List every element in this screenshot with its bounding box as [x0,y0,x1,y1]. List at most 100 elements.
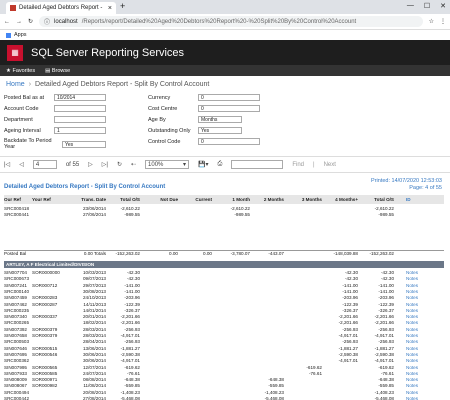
table-cell: SIN007459 [4,295,27,301]
refresh-icon[interactable]: ↻ [117,161,122,168]
table-row: SRC000673 09/07/2013 -42.30 -42.30 -42.30 Not… [4,276,444,282]
minimize-icon[interactable]: — [407,2,414,10]
forward-icon[interactable]: → [16,19,22,25]
param-ageing-interval: Ageing Interval 1 [4,127,106,134]
account-code-input[interactable] [54,105,106,112]
zoom-select[interactable]: 100% ▾ [145,160,190,169]
previous-page-icon[interactable]: ◁ [19,161,24,168]
favorites-link[interactable]: ★ Favorites [6,68,35,74]
table-cell: -1,881.27 [120,345,140,351]
breadcrumb-current: Detailed Aged Debtors Report - Split By … [35,80,210,88]
table-cell: SOR000585 [32,370,58,376]
backdate-select[interactable]: Yes [62,140,106,148]
browse-link[interactable]: ▤ Browse [45,68,70,74]
table-cell: Notes [406,276,419,282]
close-window-icon[interactable]: ✕ [440,2,446,10]
table-cell: -1,881.27 [374,345,394,351]
table-cell: SOR000379 [32,326,58,332]
url-path: /Reports/report/Detailed%20Aged%20Debtor… [81,18,357,25]
reload-icon[interactable]: ↻ [28,18,33,25]
table-cell: -42.30 [126,276,140,282]
table-row: SIN007995 SOR000565 12/07/2014 -619.62 -619.… [4,365,444,371]
table-row: SRC000441 27/06/2014 -989.55 -989.55 -989.55 [4,212,444,218]
group-header: ARTLEY, A F Electrical Limited/DIVISION [4,261,444,268]
table-row: SIN008009 SOR000971 08/08/2014 -648.38 -648.… [4,377,444,383]
table-row: SIN007241 SOR000712 29/07/2013 -141.00 -141.… [4,283,444,289]
table-cell: Posted Bal [4,251,27,256]
next-page-icon[interactable]: ▷ [88,161,93,168]
table-cell: -4,917.01 [120,358,140,364]
table-cell: 30/06/2014 [83,351,106,357]
control-code-input[interactable]: 0 [198,138,260,145]
last-page-icon[interactable]: ▷| [102,161,108,168]
first-page-icon[interactable]: |◁ [4,161,10,168]
find-input[interactable] [231,160,284,169]
table-cell: 09/07/2013 [83,276,106,282]
column-header: 3 Months [301,197,322,202]
table-cell: SRC000418 [4,206,30,211]
table-cell: -2,201.66 [374,320,394,326]
browser-tab[interactable]: Detailed Aged Debtors Report - × [6,2,116,14]
export-icon[interactable]: 💾▾ [198,161,208,168]
table-cell: 08/08/2014 [83,377,106,383]
table-cell: SRC000362 [4,358,30,364]
table-cell: -619.62 [378,364,394,370]
maximize-icon[interactable]: ☐ [424,2,430,10]
new-tab-button[interactable]: + [120,1,125,11]
department-input[interactable] [54,116,106,123]
bookmark-apps[interactable]: Apps [14,32,27,38]
currency-input[interactable]: 0 [198,94,260,101]
find-link[interactable]: Find [292,162,304,168]
column-header: Not Due [160,197,178,202]
table-row: SIN007462 SOR000287 14/11/2013 -122.39 -122.… [4,302,444,308]
info-icon[interactable]: ⓘ [44,17,50,26]
next-link[interactable]: Next [324,162,336,168]
table-cell: Notes [406,301,419,307]
page-number-input[interactable]: 4 [32,160,57,169]
breadcrumb-home[interactable]: Home [6,81,25,88]
table-cell: -2,610.22 [374,206,394,211]
age-by-select[interactable]: Months [198,116,242,123]
table-cell: Notes [406,358,419,364]
table-cell: SOR000712 [32,282,58,288]
address-bar-row: ← → ↻ ⓘ localhost/Reports/report/Detaile… [0,14,450,30]
back-to-parent-icon[interactable]: ⇠ [131,161,136,168]
table-cell: -1,408.23 [120,389,140,395]
table-cell: Notes [406,396,419,400]
print-icon[interactable]: ⎙ [218,161,223,168]
url-input[interactable]: ⓘ localhost/Reports/report/Detailed%20Ag… [39,16,423,27]
param-label: Department [4,116,33,123]
table-cell: -4,917.01 [120,333,140,338]
posted-bal-select[interactable]: 10/2014 [54,94,106,101]
outstanding-select[interactable]: Yes [198,127,242,134]
table-cell: -256.93 [124,326,140,332]
table-cell: SOR000565 [32,364,58,370]
table-cell: -141.00 [124,288,140,294]
table-cell: SOR000546 [32,351,58,357]
cost-centre-input[interactable]: 0 [198,105,260,112]
table-cell: -619.62 [124,364,140,370]
table-row: SRC000140 30/08/2013 -141.00 -141.00 -141.00… [4,289,444,295]
breadcrumb-separator-icon: › [28,80,32,88]
page-indicator: Page: 4 of 55 [409,185,442,191]
table-cell: -2,590.38 [120,351,140,357]
report-favicon-icon [10,5,16,11]
column-header: Our Ref [4,197,21,202]
table-row: SRC000503 28/04/2014 -256.93 -256.93 -256.93… [4,339,444,345]
table-cell: -648.38 [378,377,394,383]
table-cell: -619.62 [306,364,322,370]
table-cell: 13/06/2014 [83,345,106,351]
menu-icon[interactable]: ⋮ [440,18,446,25]
ageing-interval-input[interactable]: 1 [54,127,106,134]
table-cell: 30/08/2013 [83,288,106,294]
back-icon[interactable]: ← [4,19,10,25]
table-row: SIN008067 SOR000982 11/08/2014 -559.85 -559.… [4,383,444,389]
table-cell: -122.39 [378,301,394,307]
table-row: SIN007933 SOR000585 24/07/2014 -76.61 -76.61… [4,371,444,377]
table-row: SRC000494 20/08/2014 -1,408.23 -1,408.23 -1,… [4,390,444,396]
close-tab-icon[interactable]: × [108,5,112,12]
param-account-code: Account Code [4,105,106,112]
param-cost-centre: Cost Centre 0 [148,105,260,112]
table-row: SIN007658 SOR000379 28/03/2014 -4,917.01 -4,… [4,333,444,339]
star-icon[interactable]: ☆ [429,18,434,25]
